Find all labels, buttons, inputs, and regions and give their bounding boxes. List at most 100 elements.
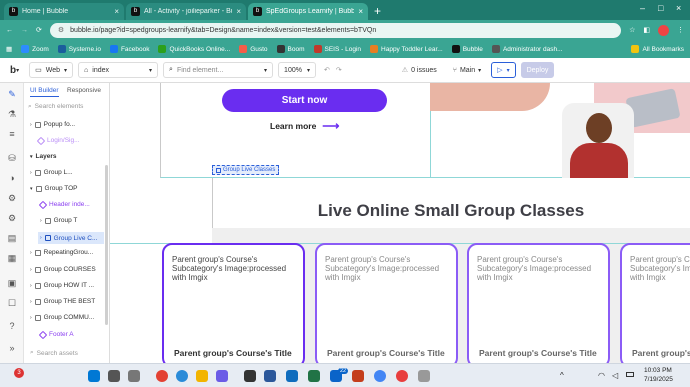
close-icon[interactable]: ×	[114, 7, 119, 16]
preview-button[interactable]: ▷ ▾	[491, 62, 516, 78]
workflow-icon[interactable]: ⚗	[7, 109, 17, 119]
search-assets-input[interactable]: ⌕ Search assets	[30, 349, 78, 357]
course-card[interactable]: Parent group's Course's Subcategory's Im…	[162, 243, 305, 363]
bookmark-boom[interactable]: Boom	[276, 45, 305, 53]
battery-icon[interactable]	[626, 372, 634, 377]
course-card[interactable]: Parent group's Course's Subcategory's Im…	[315, 243, 458, 363]
browser-tab-activity[interactable]: b All - Activity - joilieparker - Bubb ×	[126, 3, 246, 20]
page-select[interactable]: ⌂ index ▾	[78, 62, 159, 78]
layer-group-courses[interactable]: › Group COURSES	[30, 266, 96, 273]
layer-group-l[interactable]: › Group L...	[30, 169, 73, 176]
section-title[interactable]: Live Online Small Group Classes	[212, 201, 690, 221]
layer-footer-a[interactable]: Footer A	[38, 330, 74, 339]
back-icon[interactable]: ←	[6, 27, 13, 34]
redo-icon[interactable]: ↷	[336, 66, 342, 74]
menu-icon[interactable]: ⋮	[677, 26, 684, 34]
database-icon[interactable]: ⛁	[7, 153, 17, 163]
layer-header-index[interactable]: Header inde...	[38, 200, 90, 209]
issues-label[interactable]: 0 issues	[411, 67, 437, 74]
notification-badge[interactable]: 3	[14, 368, 24, 378]
layer-group-live-classes[interactable]: › Group Live C...	[38, 232, 104, 244]
task-view-icon[interactable]	[128, 370, 140, 382]
data-icon[interactable]: ≡	[7, 129, 17, 139]
chart-icon[interactable]: ▦	[7, 253, 17, 263]
layer-group-commu[interactable]: › Group COMMU...	[30, 314, 94, 321]
forward-icon[interactable]: →	[21, 27, 28, 34]
comment-icon[interactable]: ☐	[7, 298, 17, 308]
minimize-icon[interactable]: –	[640, 3, 645, 13]
word-icon[interactable]	[264, 370, 276, 382]
settings-icon[interactable]	[418, 370, 430, 382]
clock-time[interactable]: 10:03 PM	[644, 367, 672, 374]
edge-icon[interactable]	[176, 370, 188, 382]
branch-label[interactable]: Main	[460, 67, 475, 74]
close-window-icon[interactable]: ×	[676, 3, 681, 13]
device-select[interactable]: ▭ Web ▾	[29, 62, 74, 78]
editor-canvas[interactable]: Start now Learn more ⟶ Group Live Classe…	[110, 83, 690, 363]
powerpoint-icon[interactable]	[352, 370, 364, 382]
zoom-select[interactable]: 100% ▾	[278, 62, 317, 78]
layers-heading[interactable]: ▾ Layers	[30, 153, 56, 160]
learn-more-link[interactable]: Learn more ⟶	[270, 119, 340, 133]
file-explorer-icon[interactable]	[196, 370, 208, 382]
tab-ui-builder[interactable]: UI Builder	[30, 87, 59, 97]
bookmark-seis[interactable]: SEIS - Login	[313, 45, 361, 53]
volume-icon[interactable]: ◁	[612, 371, 618, 380]
tab-responsive[interactable]: Responsive	[67, 87, 101, 94]
star-icon[interactable]: ☆	[629, 26, 635, 34]
logs-icon[interactable]: ▤	[7, 233, 17, 243]
close-icon[interactable]: ×	[358, 7, 363, 16]
undo-icon[interactable]: ↶	[324, 66, 330, 74]
close-icon[interactable]: ×	[236, 7, 241, 16]
design-icon[interactable]: ✎	[7, 89, 17, 99]
all-bookmarks[interactable]: All Bookmarks	[631, 45, 684, 53]
chrome-profile-icon[interactable]	[374, 370, 386, 382]
collapse-icon[interactable]: »	[7, 343, 17, 353]
profile-avatar[interactable]	[658, 24, 669, 36]
search-elements-input[interactable]: ⌕ Search elements	[28, 101, 106, 112]
clock-date[interactable]: 7/19/2025	[644, 376, 673, 383]
teams-icon[interactable]	[216, 370, 228, 382]
bookmark-facebook[interactable]: Facebook	[109, 45, 149, 53]
new-tab-button[interactable]: +	[374, 3, 381, 20]
plugins-icon[interactable]: ⚙	[7, 193, 17, 203]
layer-group-top[interactable]: ▾ Group TOP	[30, 185, 78, 192]
find-element-input[interactable]: ⌕ Find element... ▾	[163, 62, 274, 78]
student-photo[interactable]	[562, 103, 634, 178]
styles-icon[interactable]: ◑	[7, 173, 17, 183]
chevron-down-icon[interactable]: ▾	[478, 67, 481, 74]
issues-icon[interactable]: ⚠	[402, 66, 408, 74]
extensions-icon[interactable]: ◧	[643, 26, 650, 34]
layer-group-the-best[interactable]: › Group THE BEST	[30, 298, 95, 305]
bookmark-happy-toddler[interactable]: Happy Toddler Lear...	[370, 45, 443, 53]
layers-stack-icon[interactable]: ▣	[7, 278, 17, 288]
layer-group-t[interactable]: › Group T	[40, 217, 77, 224]
bookmark-quickbooks[interactable]: QuickBooks Online...	[158, 45, 230, 53]
outlook-icon[interactable]	[286, 370, 298, 382]
chevron-down-icon[interactable]: ▾	[16, 67, 19, 74]
layer-group-how-it[interactable]: › Group HOW IT ...	[30, 282, 94, 289]
chrome-icon[interactable]	[156, 370, 168, 382]
layer-login-signup[interactable]: Login/Sig...	[36, 136, 80, 145]
bookmark-zoom[interactable]: Zoom	[21, 45, 49, 53]
bookmark-systeme[interactable]: Systeme.io	[57, 45, 101, 53]
wifi-icon[interactable]: ◠	[598, 371, 605, 380]
bookmark-gusto[interactable]: Gusto	[239, 45, 268, 53]
url-field[interactable]: ⚙ bubble.io/page?id=spedgroups-learnify&…	[49, 22, 622, 38]
hero-photo-hands[interactable]	[430, 83, 550, 111]
apps-icon[interactable]: ▦	[6, 45, 12, 53]
settings-icon[interactable]: ⚙	[7, 213, 17, 223]
course-card[interactable]: Parent group's Course's Subcategory's Im…	[467, 243, 610, 363]
panel-scrollbar[interactable]	[105, 165, 108, 325]
excel-icon[interactable]	[308, 370, 320, 382]
browser-tab-editor[interactable]: b SpEdGroups Learnify | Bubble E ×	[248, 3, 368, 20]
store-icon[interactable]	[244, 370, 256, 382]
layer-popup[interactable]: › Popup fo...	[30, 121, 75, 128]
windows-start-icon[interactable]	[88, 370, 100, 382]
deploy-button[interactable]: Deploy	[520, 62, 555, 78]
help-icon[interactable]: ?	[7, 321, 17, 331]
branch-icon[interactable]: ⑂	[453, 67, 457, 74]
group-live-classes-tag[interactable]: Group Live Classes	[212, 165, 280, 175]
app-icon[interactable]	[396, 370, 408, 382]
layer-repeating-group[interactable]: › RepeatingGrou...	[30, 249, 93, 256]
